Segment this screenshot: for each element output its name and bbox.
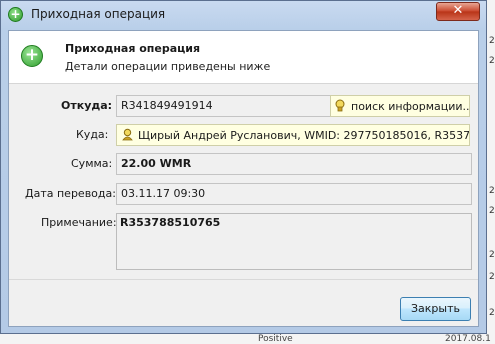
search-icon — [335, 99, 345, 112]
window-title: Приходная операция — [31, 7, 166, 21]
background-number: 2 — [489, 186, 495, 196]
plus-icon: + — [8, 7, 23, 22]
amount-value: 22.00 WMR — [121, 157, 192, 170]
window-close-button[interactable]: ✕ — [436, 2, 480, 21]
search-info-label: поиск информации... — [351, 100, 470, 113]
date-label: Дата перевода: — [25, 187, 116, 200]
title-bar[interactable]: + Приходная операция ✕ — [1, 1, 486, 29]
to-value: Щирый Андрей Русланович, WMID: 297750185… — [138, 129, 470, 142]
background-number: 2 — [489, 250, 495, 260]
date-value: 03.11.17 09:30 — [121, 187, 206, 200]
dialog-window: + Приходная операция ✕ + Приходная опера… — [0, 0, 487, 334]
dialog-body: + Приходная операция Детали операции при… — [8, 30, 479, 327]
note-value: R353788510765 — [120, 216, 221, 229]
background-text: 2017.08.1 — [445, 334, 491, 344]
footer-divider — [9, 279, 478, 280]
background-number: 2 — [489, 56, 495, 66]
from-field[interactable]: R341849491914 — [116, 95, 332, 117]
dialog-header: + Приходная операция Детали операции при… — [9, 31, 478, 84]
header-subtitle: Детали операции приведены ниже — [65, 60, 271, 73]
background-number: 2 — [489, 206, 495, 216]
background-number: 2 — [489, 272, 495, 282]
background-number: 2 — [489, 308, 495, 318]
note-field[interactable]: R353788510765 — [116, 213, 472, 270]
to-field[interactable]: Щирый Андрей Русланович, WMID: 297750185… — [116, 124, 470, 146]
background-number: 2 — [489, 36, 495, 46]
background-text: Positive — [258, 334, 293, 344]
date-field: 03.11.17 09:30 — [116, 183, 472, 205]
background-app-bottom: Positive 2017.08.1 — [0, 334, 495, 344]
background-app-right — [487, 0, 495, 344]
from-value: R341849491914 — [121, 99, 213, 112]
to-label: Куда: — [76, 128, 109, 141]
user-icon — [122, 128, 133, 141]
from-label: Откуда: — [61, 99, 113, 112]
plus-icon: + — [21, 45, 43, 67]
search-info-button[interactable]: поиск информации... — [330, 95, 470, 117]
note-label: Примечание: — [41, 216, 117, 229]
amount-field: 22.00 WMR — [116, 153, 472, 175]
header-title: Приходная операция — [65, 42, 201, 55]
amount-label: Сумма: — [71, 157, 113, 170]
close-button[interactable]: Закрыть — [400, 297, 471, 321]
